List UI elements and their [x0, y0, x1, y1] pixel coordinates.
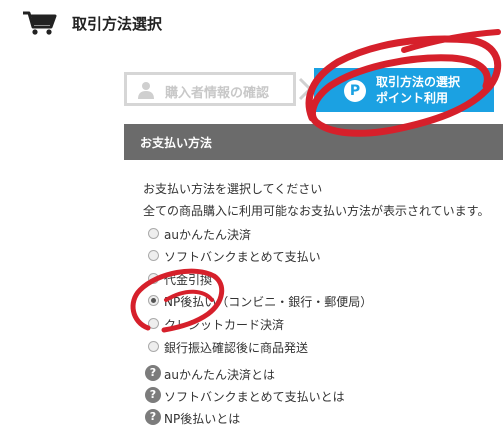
person-icon	[138, 82, 154, 99]
help-link-label[interactable]: NP後払いとは	[164, 410, 240, 427]
payment-option-label[interactable]: 代金引換	[164, 271, 212, 288]
payment-option-label[interactable]: auかんたん決済	[164, 226, 251, 243]
instruction-note: 全ての商品購入に利用可能なお支払い方法が表示されています。	[143, 204, 490, 218]
step-buyer-info-label: 購入者情報の確認	[165, 86, 270, 101]
cart-icon	[23, 11, 57, 35]
help-link-label[interactable]: ソフトバンクまとめて支払いとは	[164, 388, 345, 405]
payment-option-label[interactable]: クレジットカード決済	[164, 316, 284, 333]
section-title: お支払い方法	[140, 136, 213, 150]
payment-option-label[interactable]: NP後払い（コンビニ・銀行・郵便局）	[164, 293, 372, 310]
radio-button[interactable]	[148, 341, 159, 352]
instruction-text: お支払い方法を選択してください	[143, 182, 323, 196]
checkout-steps: 購入者情報の確認 P 取引方法の選択 ポイント利用	[0, 68, 503, 112]
point-icon: P	[344, 80, 366, 102]
help-link-label[interactable]: auかんたん決済とは	[164, 366, 275, 383]
step-transaction-method: P 取引方法の選択 ポイント利用	[314, 68, 494, 112]
radio-button[interactable]	[148, 228, 159, 239]
question-icon[interactable]: ?	[145, 387, 161, 403]
payment-option-label[interactable]: ソフトバンクまとめて支払い	[164, 248, 321, 265]
question-icon[interactable]: ?	[145, 409, 161, 425]
payment-option-label[interactable]: 銀行振込確認後に商品発送	[164, 339, 308, 356]
step-arrow-icon	[298, 77, 312, 101]
radio-button[interactable]	[148, 318, 159, 329]
step-point-label: ポイント利用	[376, 91, 449, 105]
step-buyer-info: 購入者情報の確認	[124, 72, 296, 106]
radio-button[interactable]	[148, 273, 159, 284]
radio-button[interactable]	[148, 250, 159, 261]
radio-button-selected[interactable]	[148, 295, 159, 306]
question-icon[interactable]: ?	[145, 365, 161, 381]
step-transaction-label: 取引方法の選択	[376, 75, 461, 89]
section-header: お支払い方法	[124, 124, 503, 160]
page-title: 取引方法選択	[72, 15, 163, 33]
header: 取引方法選択	[0, 0, 503, 50]
